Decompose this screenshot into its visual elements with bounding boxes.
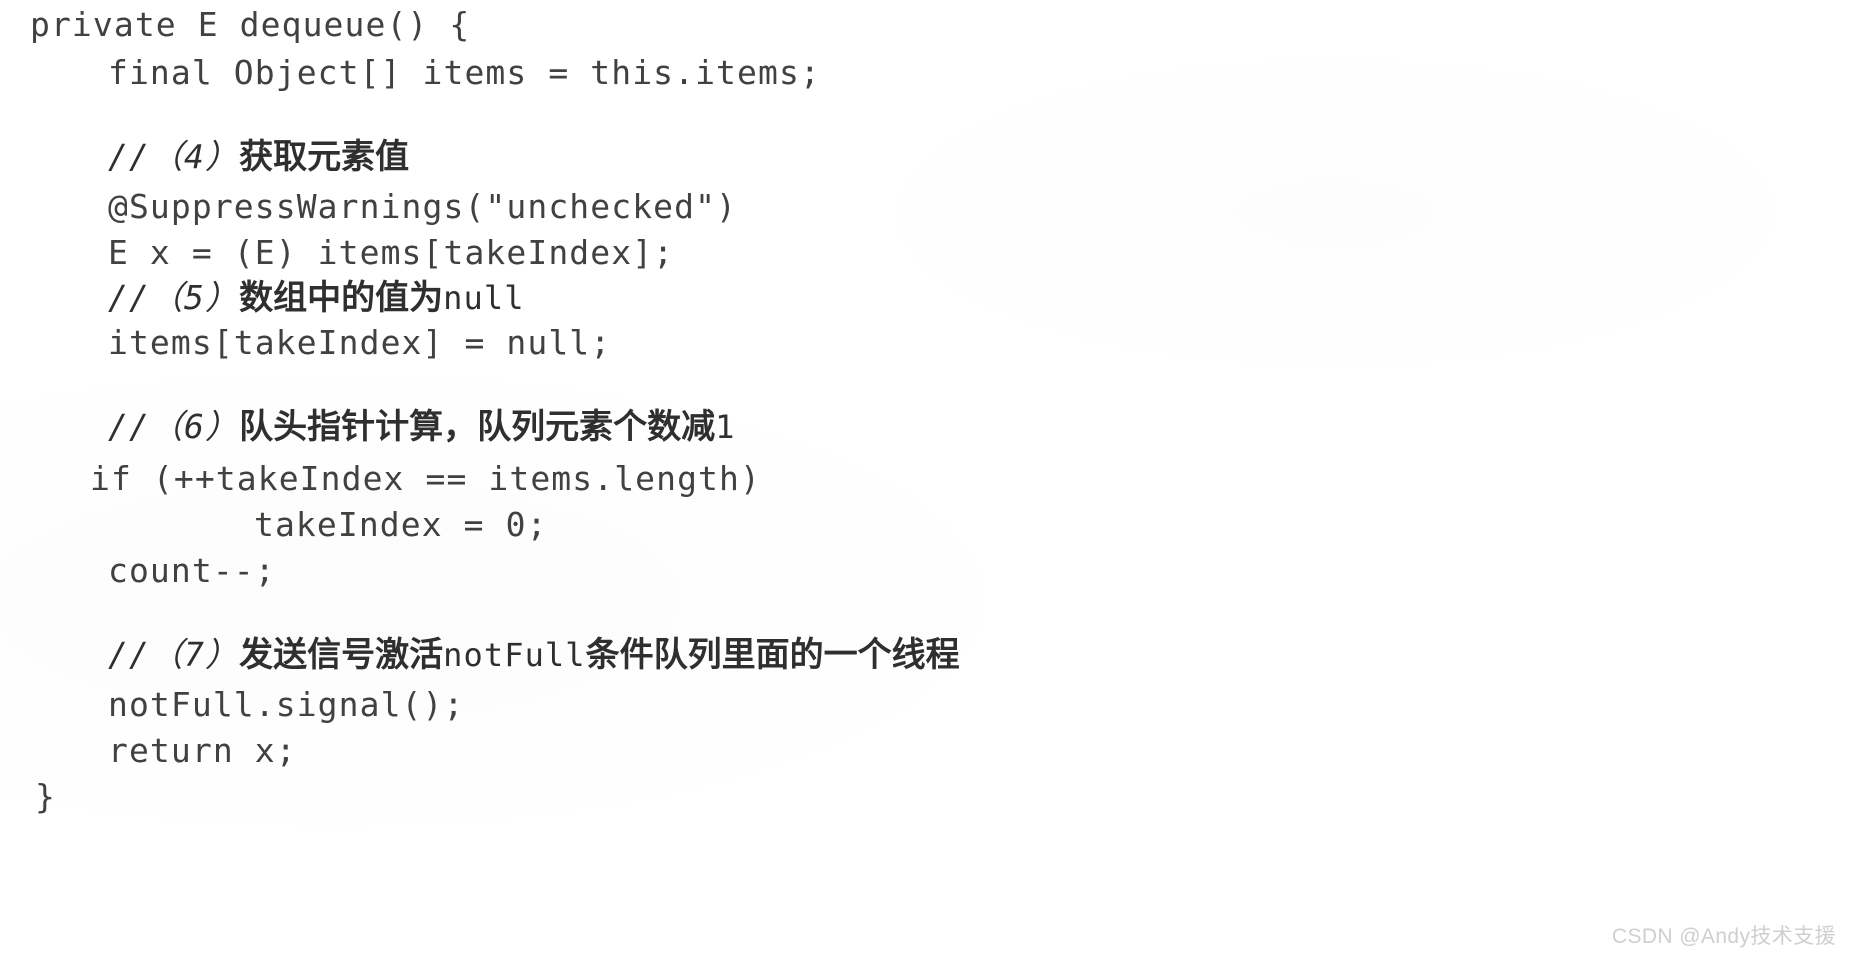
code-comment-line: //（5）数组中的值为null xyxy=(108,281,525,315)
code-text-segment: null xyxy=(443,279,525,317)
code-line: count--; xyxy=(108,551,276,590)
code-line: private E dequeue() { xyxy=(30,5,471,44)
code-comment-line: //（6）队头指针计算，队列元素个数减1 xyxy=(108,410,735,444)
code-line: @SuppressWarnings("unchecked") xyxy=(108,187,738,226)
code-text-segment: 队头指针计算，队列元素个数减 xyxy=(239,407,716,447)
code-text-segment: 获取元素值 xyxy=(239,137,410,177)
code-text-segment: //（4） xyxy=(108,137,240,176)
code-text-segment: 1 xyxy=(715,408,736,446)
code-text-segment: //（7） xyxy=(108,635,240,674)
code-line: return x; xyxy=(108,731,297,770)
code-line: if (++takeIndex == items.length) xyxy=(90,459,761,498)
code-text-segment: //（5） xyxy=(108,278,240,317)
code-line: items[takeIndex] = null; xyxy=(108,323,612,362)
code-comment-line: //（7）发送信号激活notFull条件队列里面的一个线程 xyxy=(108,638,960,672)
code-line: takeIndex = 0; xyxy=(254,505,548,544)
code-listing-page: private E dequeue() { final Object[] item… xyxy=(0,0,1854,968)
code-text-segment: 发送信号激活 xyxy=(239,635,444,675)
code-text-segment: notFull xyxy=(443,636,586,674)
code-text-segment: 条件队列里面的一个线程 xyxy=(585,635,960,675)
code-line: E x = (E) items[takeIndex]; xyxy=(108,233,675,272)
code-text-segment: //（6） xyxy=(108,407,240,446)
code-line: } xyxy=(35,777,56,816)
code-comment-line: //（4）获取元素值 xyxy=(108,140,409,174)
code-text-segment: 数组中的值为 xyxy=(239,278,444,318)
code-line: final Object[] items = this.items; xyxy=(108,53,821,92)
csdn-watermark: CSDN @Andy技术支援 xyxy=(1611,925,1836,948)
code-line: notFull.signal(); xyxy=(108,685,465,724)
